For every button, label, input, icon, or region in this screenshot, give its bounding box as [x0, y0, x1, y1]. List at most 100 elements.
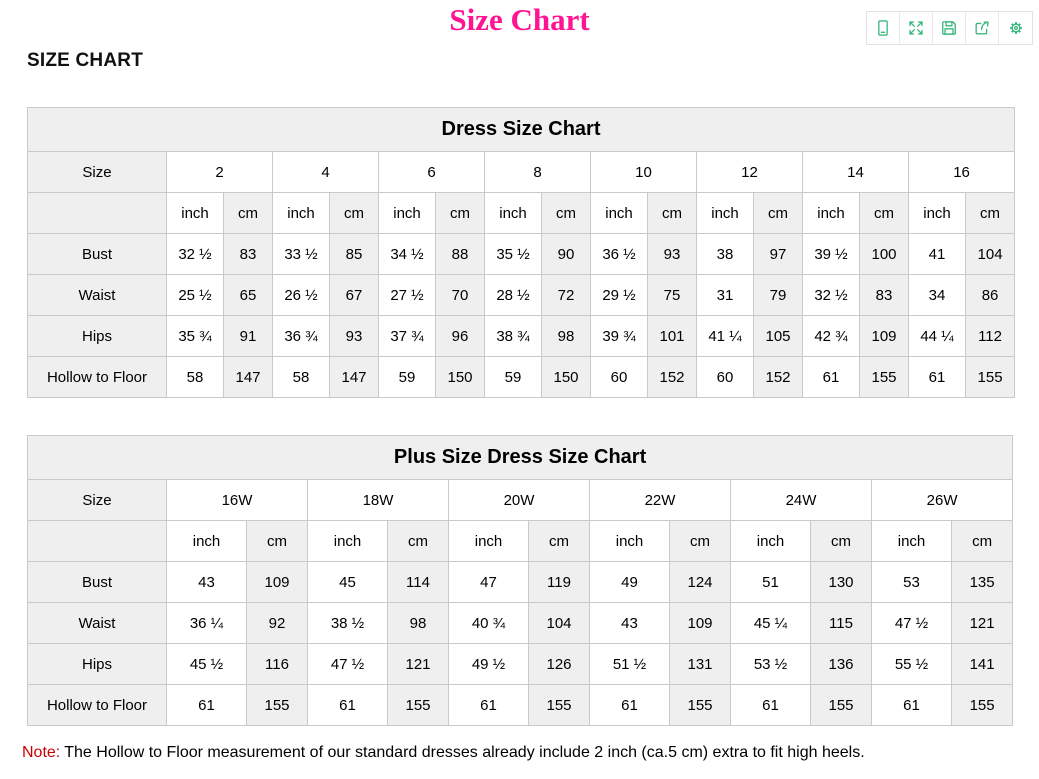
cm-value: 85	[330, 234, 379, 275]
inch-value: 32 ½	[803, 275, 860, 316]
cm-value: 109	[860, 316, 909, 357]
measurement-row: Bust32 ½8333 ½8534 ½8835 ½9036 ½93389739…	[28, 234, 1015, 275]
size-value: 2	[167, 152, 273, 193]
unit-cm-header: cm	[542, 193, 591, 234]
save-button[interactable]	[933, 12, 966, 44]
cm-value: 152	[648, 357, 697, 398]
measurement-row-label: Waist	[28, 603, 167, 644]
inch-value: 59	[485, 357, 542, 398]
inch-value: 45	[308, 562, 388, 603]
cm-value: 130	[811, 562, 872, 603]
fullscreen-button[interactable]	[900, 12, 933, 44]
size-value: 26W	[872, 480, 1013, 521]
unit-cm-header: cm	[754, 193, 803, 234]
cm-value: 115	[811, 603, 872, 644]
cm-value: 114	[388, 562, 449, 603]
cm-value: 93	[648, 234, 697, 275]
inch-value: 36 ¼	[167, 603, 247, 644]
cm-value: 83	[860, 275, 909, 316]
cm-value: 79	[754, 275, 803, 316]
cm-value: 126	[529, 644, 590, 685]
inch-value: 28 ½	[485, 275, 542, 316]
unit-cm-header: cm	[330, 193, 379, 234]
unit-inch-header: inch	[731, 521, 811, 562]
unit-cm-header: cm	[247, 521, 308, 562]
unit-cm-header: cm	[529, 521, 590, 562]
fullscreen-expand-icon	[906, 18, 926, 38]
inch-value: 61	[167, 685, 247, 726]
inch-value: 34	[909, 275, 966, 316]
size-value: 18W	[308, 480, 449, 521]
unit-cm-header: cm	[860, 193, 909, 234]
inch-value: 39 ¾	[591, 316, 648, 357]
inch-value: 45 ¼	[731, 603, 811, 644]
inch-value: 34 ½	[379, 234, 436, 275]
size-value: 24W	[731, 480, 872, 521]
size-value: 4	[273, 152, 379, 193]
cm-value: 65	[224, 275, 273, 316]
cm-value: 109	[670, 603, 731, 644]
cm-value: 136	[811, 644, 872, 685]
inch-value: 43	[590, 603, 670, 644]
plus-size-dress-size-chart-table: Plus Size Dress Size ChartSize16W18W20W2…	[27, 435, 1013, 726]
inch-value: 45 ½	[167, 644, 247, 685]
unit-inch-header: inch	[590, 521, 670, 562]
cm-value: 86	[966, 275, 1015, 316]
inch-value: 51 ½	[590, 644, 670, 685]
size-header-row: Size246810121416	[28, 152, 1015, 193]
save-icon	[939, 18, 959, 38]
unit-cm-header: cm	[388, 521, 449, 562]
cm-value: 104	[966, 234, 1015, 275]
table-title: Dress Size Chart	[28, 108, 1015, 152]
inch-value: 42 ¾	[803, 316, 860, 357]
unit-cm-header: cm	[952, 521, 1013, 562]
cm-value: 155	[247, 685, 308, 726]
unit-cm-header: cm	[811, 521, 872, 562]
inch-value: 38	[697, 234, 754, 275]
inch-value: 49	[590, 562, 670, 603]
inch-value: 49 ½	[449, 644, 529, 685]
note: Note:The Hollow to Floor measurement of …	[22, 744, 865, 762]
unit-inch-header: inch	[872, 521, 952, 562]
inch-value: 38 ½	[308, 603, 388, 644]
cm-value: 147	[224, 357, 273, 398]
cm-value: 121	[952, 603, 1013, 644]
table-title-row: Plus Size Dress Size Chart	[28, 436, 1013, 480]
unit-inch-header: inch	[803, 193, 860, 234]
measurement-row-label: Hips	[28, 644, 167, 685]
cm-value: 67	[330, 275, 379, 316]
cm-value: 90	[542, 234, 591, 275]
inch-value: 61	[731, 685, 811, 726]
cm-value: 75	[648, 275, 697, 316]
inch-value: 61	[590, 685, 670, 726]
cm-value: 91	[224, 316, 273, 357]
measurement-row: Hips45 ½11647 ½12149 ½12651 ½13153 ½1365…	[28, 644, 1013, 685]
inch-value: 35 ½	[485, 234, 542, 275]
measurement-row-label: Waist	[28, 275, 167, 316]
cm-value: 150	[542, 357, 591, 398]
size-value: 12	[697, 152, 803, 193]
inch-value: 29 ½	[591, 275, 648, 316]
inch-value: 61	[449, 685, 529, 726]
toolbar	[866, 11, 1033, 45]
mobile-preview-button[interactable]	[867, 12, 900, 44]
share-button[interactable]	[966, 12, 999, 44]
inch-value: 37 ¾	[379, 316, 436, 357]
inch-value: 53	[872, 562, 952, 603]
inch-value: 58	[167, 357, 224, 398]
unit-cm-header: cm	[648, 193, 697, 234]
size-value: 20W	[449, 480, 590, 521]
unit-cm-header: cm	[670, 521, 731, 562]
measurement-row: Hollow to Floor6115561155611556115561155…	[28, 685, 1013, 726]
cm-value: 112	[966, 316, 1015, 357]
inch-value: 61	[909, 357, 966, 398]
inch-value: 59	[379, 357, 436, 398]
share-icon	[972, 18, 992, 38]
inch-value: 61	[872, 685, 952, 726]
cm-value: 131	[670, 644, 731, 685]
dress-size-chart-table: Dress Size ChartSize246810121416inchcmin…	[27, 107, 1015, 398]
settings-button[interactable]	[999, 12, 1032, 44]
unit-inch-header: inch	[308, 521, 388, 562]
size-row-label: Size	[28, 480, 167, 521]
inch-value: 33 ½	[273, 234, 330, 275]
